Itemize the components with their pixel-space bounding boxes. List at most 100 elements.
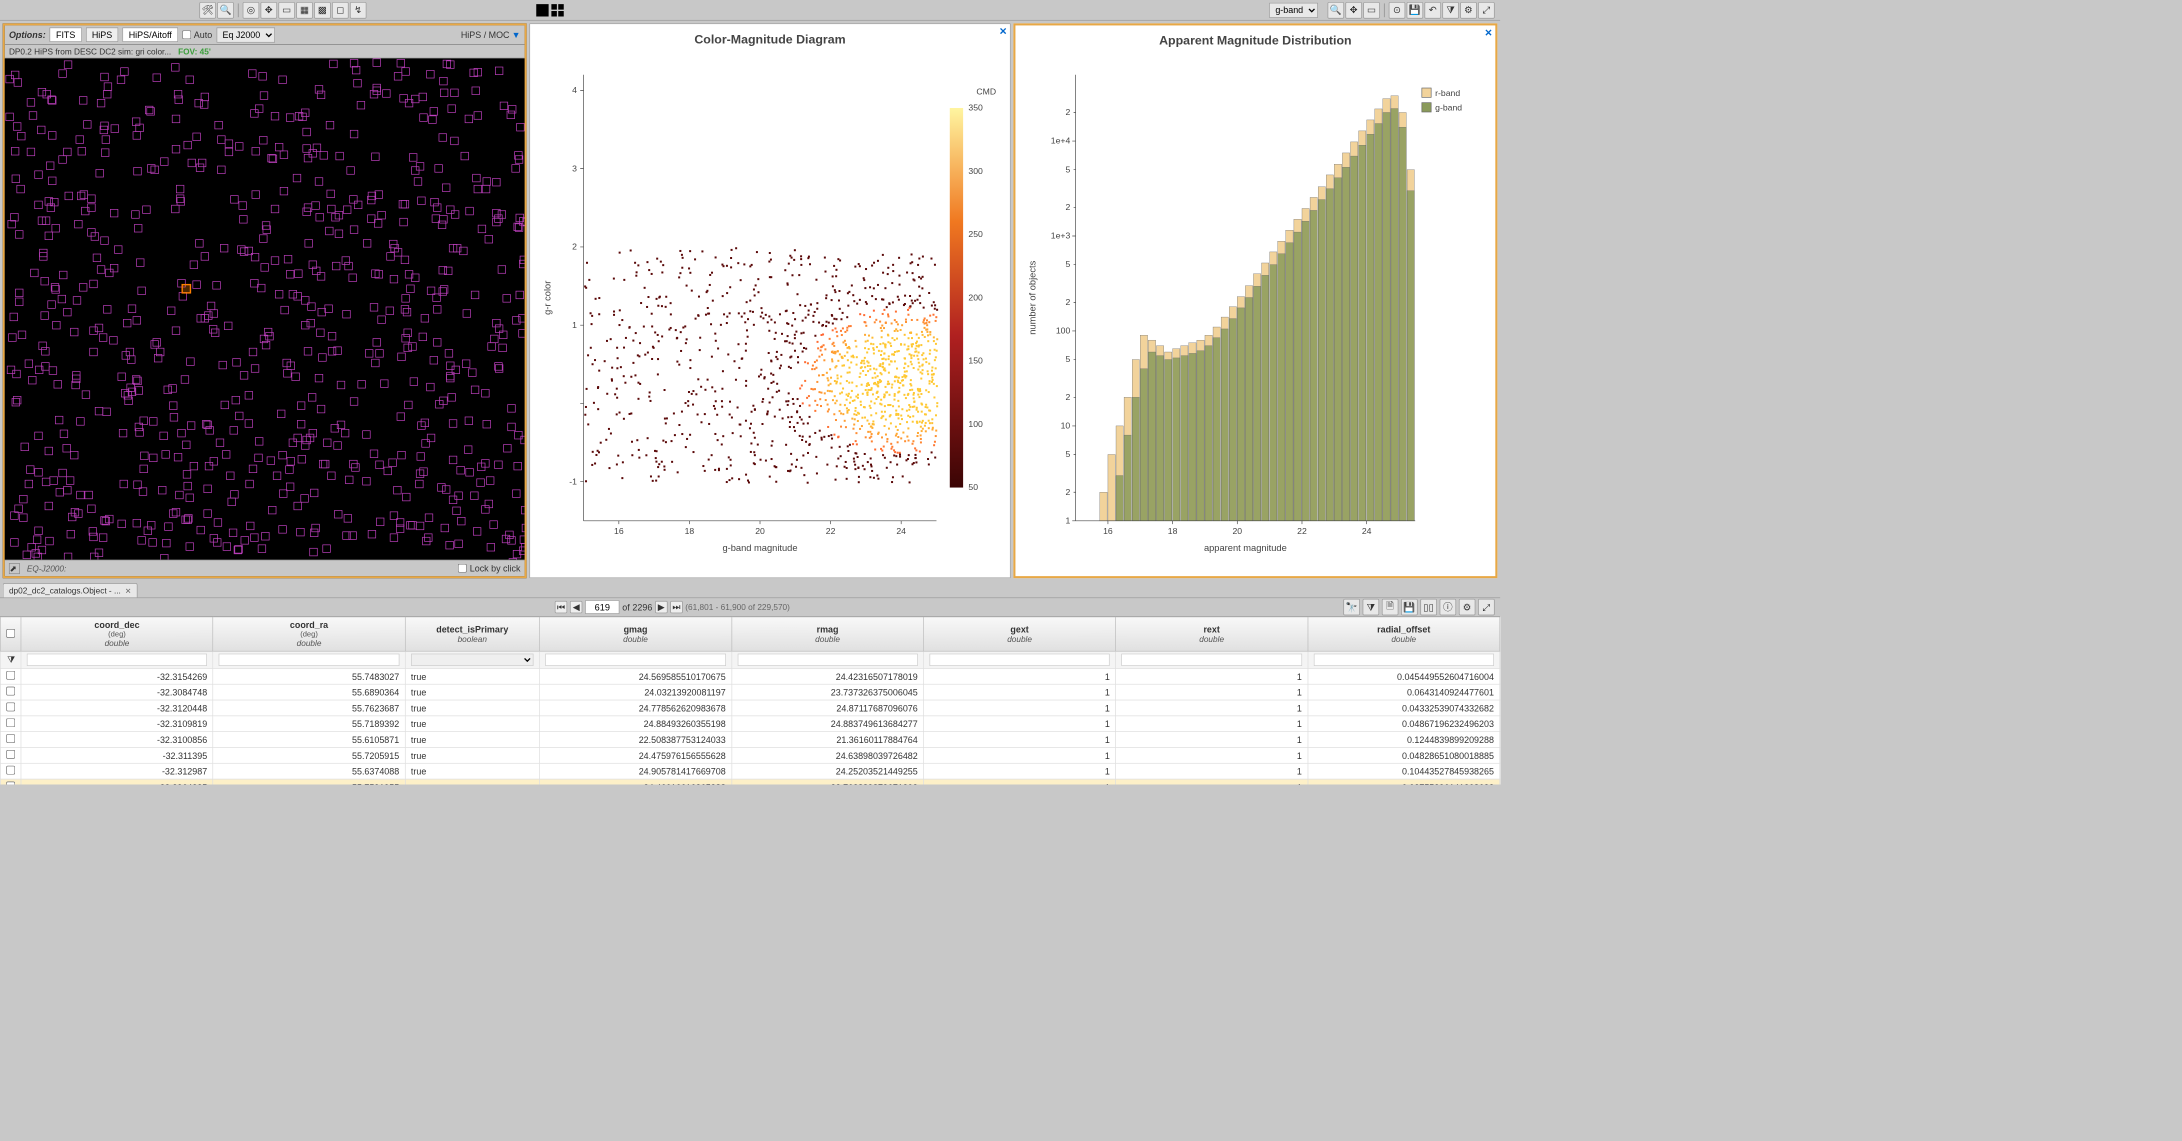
row-checkbox[interactable] [6, 734, 15, 743]
lock-by-click-label[interactable]: Lock by click [458, 563, 520, 573]
auto-checkbox-label[interactable]: Auto [182, 30, 212, 40]
page-first-icon[interactable]: ⏮ [555, 601, 567, 613]
center-icon[interactable]: ◻ [332, 2, 349, 19]
info-icon[interactable]: ⓘ [1440, 599, 1457, 616]
cell: 24.569585510170675 [539, 669, 731, 685]
svg-text:g-r color: g-r color [542, 281, 552, 315]
expand-image-icon[interactable]: ⬈ [9, 563, 20, 574]
table-expand-icon[interactable]: ⤢ [1478, 599, 1495, 616]
pan-icon[interactable]: ↯ [350, 2, 367, 19]
col-header-detect_isPrimary[interactable]: detect_isPrimaryboolean [405, 617, 539, 651]
filter-gext[interactable] [929, 654, 1109, 666]
save-table-icon[interactable]: 💾 [1401, 599, 1418, 616]
svg-text:1: 1 [572, 320, 577, 330]
single-layout-icon[interactable] [536, 4, 548, 16]
fits-button[interactable]: FITS [50, 28, 82, 42]
table-tab[interactable]: dp02_dc2_catalogs.Object - ... ✕ [3, 583, 138, 597]
of-label: of [622, 602, 629, 612]
page-input[interactable] [585, 600, 619, 614]
table-row[interactable]: -32.308474855.6890364true24.032139200811… [0, 684, 1499, 700]
close-chart2-icon[interactable]: ✕ [1484, 27, 1492, 39]
cell: 1 [1116, 716, 1308, 732]
cell: -32.3120448 [21, 700, 213, 716]
target-icon[interactable]: ◎ [243, 2, 260, 19]
svg-text:1e+3: 1e+3 [1051, 231, 1071, 241]
cell: 1 [924, 732, 1116, 748]
row-checkbox[interactable] [6, 718, 15, 727]
cell: -32.3100856 [21, 732, 213, 748]
chart1-body[interactable]: 1618202224-11234g-band magnitudeg-r colo… [537, 52, 1003, 571]
image-options-bar: Options: FITS HiPS HiPS/Aitoff Auto Eq J… [5, 25, 525, 44]
filter-rmag[interactable] [737, 654, 917, 666]
table-filter-icon[interactable]: ⧩ [1363, 599, 1380, 616]
col-header-rmag[interactable]: rmagdouble [732, 617, 924, 651]
select-all-checkbox[interactable] [6, 629, 15, 638]
page-last-icon[interactable]: ⏭ [670, 601, 682, 613]
hips-aitoff-button[interactable]: HiPS/Aitoff [123, 28, 178, 42]
table-row[interactable]: -32.310085655.6105871true22.508387753124… [0, 732, 1499, 748]
cell: true [405, 763, 539, 779]
filter-gmag[interactable] [545, 654, 725, 666]
table-row[interactable]: -32.315426955.7483027true24.569585510170… [0, 669, 1499, 685]
filter-coord_ra[interactable] [219, 654, 399, 666]
magnify-off-icon[interactable]: 🔍 [217, 2, 234, 19]
binoculars-icon[interactable]: 🔭 [1343, 599, 1360, 616]
move-icon[interactable]: ✥ [261, 2, 278, 19]
grid-layout-icon[interactable] [551, 4, 563, 16]
select-rect-icon[interactable]: ▭ [278, 2, 295, 19]
lock-checkbox[interactable] [458, 564, 467, 573]
row-checkbox[interactable] [6, 687, 15, 696]
filter-icon[interactable]: ⧩ [0, 651, 21, 668]
grid-overlay-icon[interactable]: ▩ [314, 2, 331, 19]
filter-radial_offset[interactable] [1314, 654, 1494, 666]
col-header-coord_dec[interactable]: coord_dec(deg)double [21, 617, 213, 651]
layers-icon[interactable]: ▦ [296, 2, 313, 19]
col-header-gmag[interactable]: gmagdouble [539, 617, 731, 651]
row-checkbox[interactable] [6, 750, 15, 759]
hips-button[interactable]: HiPS [86, 28, 119, 42]
col-header-radial_offset[interactable]: radial_offsetdouble [1308, 617, 1500, 651]
text-view-icon[interactable]: 🗎 [1382, 599, 1399, 616]
svg-text:2: 2 [1065, 297, 1070, 307]
chart2-body[interactable]: 16182022241251025100251e+3251e+42apparen… [1022, 53, 1488, 569]
cell: 1 [1116, 763, 1308, 779]
coord-sys-select[interactable]: Eq J2000 [216, 27, 274, 42]
table-row[interactable]: -32.296433555.7591955true24.466166163652… [0, 779, 1499, 784]
row-checkbox[interactable] [6, 782, 15, 785]
cell: 24.25203521449255 [732, 763, 924, 779]
row-checkbox[interactable] [6, 671, 15, 680]
columns-icon[interactable]: ▯▯ [1420, 599, 1437, 616]
col-header-rext[interactable]: rextdouble [1116, 617, 1308, 651]
row-checkbox[interactable] [6, 766, 15, 775]
cell: 0.10443527845938265 [1308, 763, 1500, 779]
auto-checkbox[interactable] [182, 30, 191, 39]
table-row[interactable]: -32.31298755.6374088true24.9057814176697… [0, 763, 1499, 779]
cell: 1 [1116, 684, 1308, 700]
cell: 24.42316507178019 [732, 669, 924, 685]
cell: -32.3109819 [21, 716, 213, 732]
table-row[interactable]: -32.312044855.7623687true24.778562620983… [0, 700, 1499, 716]
sky-view[interactable] [5, 58, 525, 559]
cell: -32.3154269 [21, 669, 213, 685]
table-settings-icon[interactable]: ⚙ [1459, 599, 1476, 616]
close-chart1-icon[interactable]: ✕ [999, 25, 1007, 37]
row-checkbox[interactable] [6, 703, 15, 712]
filter-coord_dec[interactable] [27, 654, 207, 666]
cell: 23.762889873671302 [732, 779, 924, 784]
col-header-gext[interactable]: gextdouble [924, 617, 1116, 651]
table-scroll[interactable]: coord_dec(deg)doublecoord_ra(deg)doubled… [0, 617, 1500, 785]
svg-text:number of objects: number of objects [1028, 260, 1038, 334]
page-prev-icon[interactable]: ◀ [570, 601, 582, 613]
close-tab-icon[interactable]: ✕ [125, 586, 131, 595]
svg-text:2: 2 [572, 242, 577, 252]
filter-detect_isPrimary[interactable] [411, 654, 534, 666]
col-header-coord_ra[interactable]: coord_ra(deg)double [213, 617, 405, 651]
cell: 55.7591955 [213, 779, 405, 784]
table-row[interactable]: -32.31139555.7205915true24.4759761565556… [0, 748, 1499, 764]
cell: 1 [924, 748, 1116, 764]
table-row[interactable]: -32.310981955.7189392true24.884932603551… [0, 716, 1499, 732]
filter-rext[interactable] [1121, 654, 1301, 666]
page-next-icon[interactable]: ▶ [655, 601, 667, 613]
hips-moc-dropdown[interactable]: HiPS / MOC▼ [461, 30, 521, 40]
tools-icon[interactable]: 🛠 [199, 2, 216, 19]
